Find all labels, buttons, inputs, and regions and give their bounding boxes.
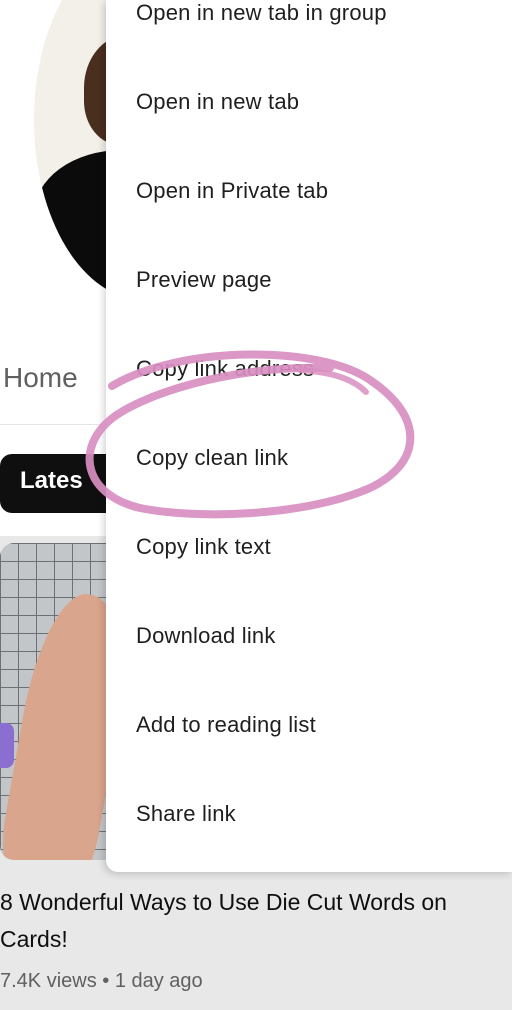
menu-item-label: Share link	[136, 801, 236, 826]
menu-item-label: Open in new tab in group	[136, 0, 387, 25]
menu-item-label: Download link	[136, 623, 276, 648]
link-context-menu: Open in new tab in group Open in new tab…	[106, 0, 512, 872]
menu-item-label: Preview page	[136, 267, 272, 292]
menu-item-label: Open in new tab	[136, 89, 300, 114]
menu-item-copy-link-text[interactable]: Copy link text	[106, 502, 512, 591]
menu-item-download-link[interactable]: Download link	[106, 591, 512, 680]
menu-item-share-link[interactable]: Share link	[106, 769, 512, 858]
menu-item-label: Open in Private tab	[136, 178, 329, 203]
menu-item-open-new-tab[interactable]: Open in new tab	[106, 57, 512, 146]
tab-home[interactable]: Home	[3, 362, 78, 394]
menu-item-open-private-tab[interactable]: Open in Private tab	[106, 146, 512, 235]
menu-item-open-new-tab-in-group[interactable]: Open in new tab in group	[106, 0, 512, 57]
video-meta: 7.4K views • 1 day ago	[0, 970, 203, 992]
menu-item-copy-clean-link[interactable]: Copy clean link	[106, 413, 512, 502]
menu-item-preview-page[interactable]: Preview page	[106, 235, 512, 324]
menu-item-copy-link-address[interactable]: Copy link address	[106, 324, 512, 413]
menu-item-label: Copy link text	[136, 534, 271, 559]
menu-item-label: Add to reading list	[136, 712, 316, 737]
menu-item-label: Copy link address	[136, 356, 315, 381]
menu-item-add-to-reading-list[interactable]: Add to reading list	[106, 680, 512, 769]
video-title[interactable]: 8 Wonderful Ways to Use Die Cut Words on…	[0, 884, 505, 958]
thumbnail-object	[0, 723, 14, 768]
menu-item-label: Copy clean link	[136, 445, 289, 470]
